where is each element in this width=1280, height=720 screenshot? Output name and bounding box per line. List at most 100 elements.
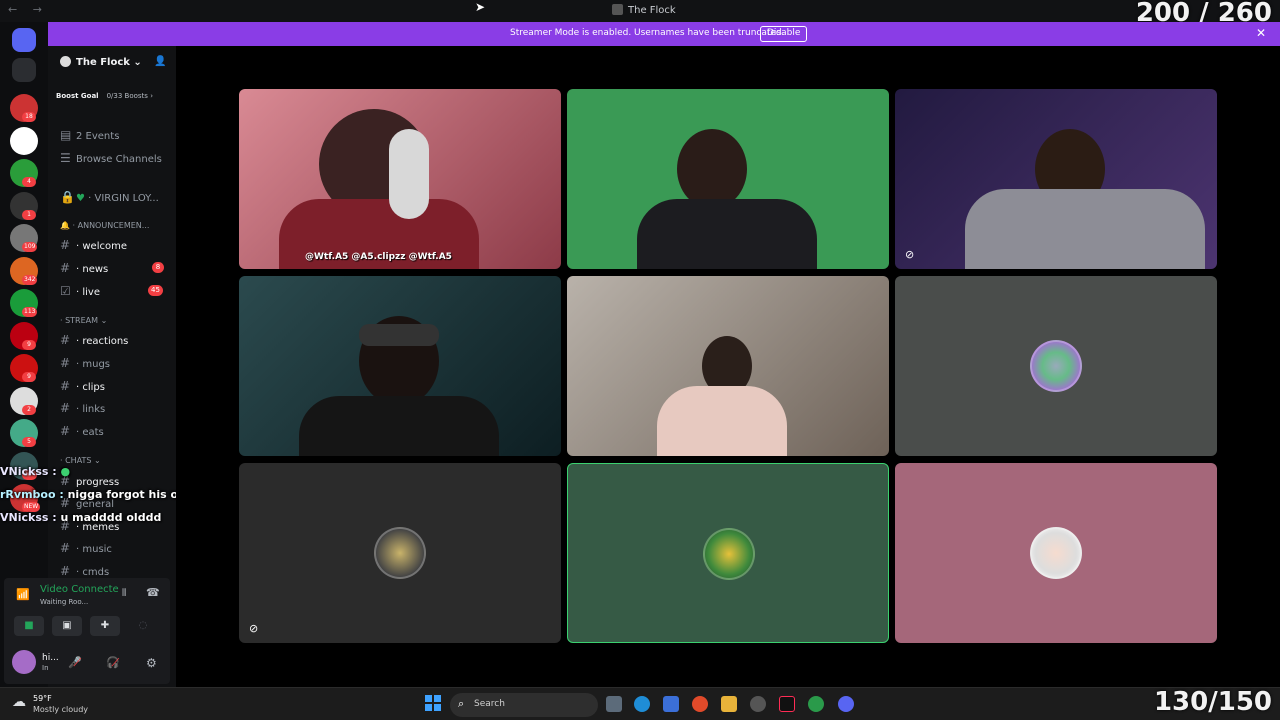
task-view-icon[interactable] bbox=[606, 696, 622, 712]
channel-reactions[interactable]: # · reactions bbox=[60, 333, 128, 347]
store-icon[interactable] bbox=[663, 696, 679, 712]
server-badge: 18 bbox=[22, 112, 36, 122]
server-badge: 9 bbox=[22, 339, 36, 350]
hash-icon: # bbox=[60, 379, 71, 393]
chat-username: VNickss : bbox=[0, 511, 57, 524]
hash-icon: # bbox=[60, 238, 71, 252]
bell-icon: 🔔 bbox=[60, 221, 70, 230]
avatar bbox=[703, 528, 755, 580]
back-icon[interactable]: ← bbox=[8, 3, 23, 16]
boost-goal-bar[interactable]: Boost Goal 0/33 Boosts › bbox=[56, 92, 153, 100]
headphones-icon bbox=[389, 129, 429, 219]
hash-icon: # bbox=[60, 541, 71, 555]
chrome-icon[interactable] bbox=[692, 696, 708, 712]
weather-temperature[interactable]: 59°F bbox=[33, 694, 52, 703]
channel-clips[interactable]: # · clips bbox=[60, 379, 105, 393]
weather-icon[interactable]: ☁ bbox=[12, 694, 28, 710]
user-status: In bbox=[42, 664, 49, 672]
channel-label: mugs bbox=[82, 359, 110, 370]
channel-links[interactable]: # · links bbox=[60, 401, 105, 415]
video-tile[interactable]: ⊘ bbox=[239, 463, 561, 643]
category-stream[interactable]: · Stream ⌄ bbox=[60, 316, 107, 325]
voice-status-panel: 📶 Video Connecte Waiting Roo... ⫴ ☎ ■ ▣ … bbox=[4, 578, 170, 684]
invite-icon[interactable]: 👤 bbox=[154, 56, 166, 67]
calendar-icon: ▤ bbox=[60, 128, 72, 142]
channel-virgin[interactable]: 🔒♥ · VIRGIN LOY... bbox=[60, 190, 159, 204]
channel-label: links bbox=[82, 404, 106, 415]
chrome-profile-icon[interactable] bbox=[808, 696, 824, 712]
checkbox-icon: ☑ bbox=[60, 284, 71, 298]
signal-icon[interactable]: 📶 bbox=[16, 588, 30, 601]
headphones-muted-icon[interactable]: 🎧̸ bbox=[106, 656, 120, 669]
stream-socials-caption: @Wtf.A5 @A5.clipzz @Wtf.A5 bbox=[305, 252, 452, 262]
video-tile[interactable] bbox=[567, 276, 889, 456]
disable-button[interactable]: Disable bbox=[760, 26, 808, 42]
hash-icon: # bbox=[60, 424, 71, 438]
hourglass-icon[interactable] bbox=[12, 58, 36, 82]
avatar bbox=[374, 527, 426, 579]
participant-body bbox=[657, 386, 787, 456]
chevron-down-icon: ⌄ bbox=[133, 57, 142, 68]
windows-taskbar: ☁ 59°F Mostly cloudy ⌕ Search bbox=[0, 687, 1280, 720]
camera-button[interactable]: ■ bbox=[14, 616, 44, 636]
news-unread-badge: 8 bbox=[152, 262, 164, 273]
weather-description[interactable]: Mostly cloudy bbox=[33, 705, 88, 714]
channel-live[interactable]: ☑ · live bbox=[60, 284, 100, 298]
disconnect-icon[interactable]: ☎ bbox=[146, 586, 160, 599]
events-item[interactable]: ▤ 2 Events bbox=[60, 128, 119, 142]
gear-icon[interactable]: ⚙ bbox=[146, 656, 157, 670]
channel-eats[interactable]: # · eats bbox=[60, 424, 104, 438]
video-tile[interactable]: ⊘ bbox=[895, 89, 1217, 269]
title-bar: ← → The Flock bbox=[0, 0, 1280, 22]
video-tile[interactable] bbox=[895, 276, 1217, 456]
nav-arrows[interactable]: ← → bbox=[8, 3, 48, 16]
browse-channels-item[interactable]: ☰ Browse Channels bbox=[60, 151, 162, 165]
channel-label: welcome bbox=[82, 241, 127, 252]
activities-button[interactable]: ✚ bbox=[90, 616, 120, 636]
forward-icon[interactable]: → bbox=[33, 3, 48, 16]
category-announcements[interactable]: 🔔 · ANNOUNCEMEN... bbox=[60, 221, 149, 230]
overlay-counter-bottom: 130/150 bbox=[1153, 687, 1272, 717]
window-title: The Flock bbox=[612, 4, 676, 16]
discord-home-icon[interactable] bbox=[12, 28, 36, 52]
video-tile-speaking[interactable] bbox=[567, 463, 889, 643]
video-tile[interactable] bbox=[239, 276, 561, 456]
channel-mugs[interactable]: # · mugs bbox=[60, 356, 110, 370]
boost-goal-label: Boost Goal bbox=[56, 92, 99, 100]
soundboard-button[interactable]: ◌ bbox=[128, 616, 158, 636]
channel-news[interactable]: # · news bbox=[60, 261, 108, 275]
hash-icon: # bbox=[60, 564, 71, 578]
channel-cmds[interactable]: # · cmds bbox=[60, 564, 109, 578]
video-tile[interactable] bbox=[895, 463, 1217, 643]
emoji-icon: ● bbox=[60, 465, 71, 478]
channel-music[interactable]: # · music bbox=[60, 541, 112, 555]
video-call-grid: @Wtf.A5 @A5.clipzz @Wtf.A5 ⊘ ⊘ bbox=[176, 46, 1280, 687]
edge-browser-icon[interactable] bbox=[634, 696, 650, 712]
tiktok-icon[interactable] bbox=[779, 696, 795, 712]
close-icon[interactable]: ✕ bbox=[1256, 26, 1266, 40]
avatar bbox=[1030, 340, 1082, 392]
discord-icon[interactable] bbox=[838, 696, 854, 712]
waiting-room-label[interactable]: Waiting Roo... bbox=[40, 598, 88, 606]
video-tile[interactable] bbox=[567, 89, 889, 269]
camera-icon: ■ bbox=[24, 620, 34, 631]
windows-start-icon[interactable] bbox=[425, 695, 441, 711]
avatar[interactable] bbox=[12, 650, 36, 674]
channel-welcome[interactable]: # · welcome bbox=[60, 238, 127, 252]
server-icon[interactable] bbox=[10, 126, 38, 155]
sound-wave-icon[interactable]: ⫴ bbox=[122, 588, 126, 599]
search-label: Search bbox=[474, 699, 505, 709]
file-explorer-icon[interactable] bbox=[721, 696, 737, 712]
steam-icon[interactable] bbox=[750, 696, 766, 712]
video-tile[interactable]: @Wtf.A5 @A5.clipzz @Wtf.A5 bbox=[239, 89, 561, 269]
events-label: 2 Events bbox=[76, 131, 120, 142]
server-badge: 2 bbox=[22, 404, 36, 415]
server-badge: 109 bbox=[22, 242, 38, 252]
server-name-header[interactable]: The Flock ⌄ bbox=[60, 56, 142, 68]
participant-body bbox=[299, 396, 499, 456]
screen-share-button[interactable]: ▣ bbox=[52, 616, 82, 636]
activities-icon: ✚ bbox=[100, 620, 110, 631]
mic-muted-icon[interactable]: 🎤̸ bbox=[68, 656, 82, 669]
taskbar-search[interactable]: ⌕ Search bbox=[450, 693, 598, 717]
channel-label: live bbox=[82, 287, 100, 298]
